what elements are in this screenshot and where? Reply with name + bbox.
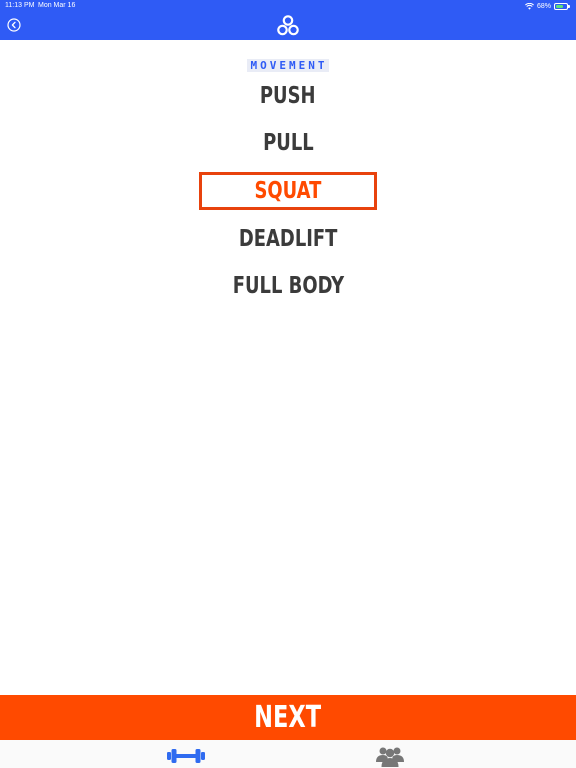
option-label: FULL BODY (232, 273, 344, 299)
back-button[interactable] (6, 17, 21, 32)
option-label: PUSH (260, 83, 316, 109)
status-time: 11:13 PM (5, 2, 35, 9)
option-pull[interactable]: PULL (199, 124, 377, 162)
option-label: PULL (262, 130, 314, 156)
battery-icon (554, 2, 570, 10)
battery-percent: 68% (536, 2, 551, 10)
tab-bar (0, 740, 576, 768)
option-label: DEADLIFT (238, 226, 338, 252)
option-label: SQUAT (254, 178, 322, 204)
section-label-text: MOVEMENT (246, 59, 330, 72)
app-logo-icon (277, 15, 299, 36)
battery-fill (556, 4, 563, 8)
option-squat[interactable]: SQUAT (199, 172, 377, 210)
option-deadlift[interactable]: DEADLIFT (199, 220, 377, 258)
section-label: MOVEMENT (0, 56, 576, 74)
app-header: 11:13 PM Mon Mar 16 68% (0, 0, 576, 40)
status-date: Mon Mar 16 (38, 2, 76, 9)
status-indicators: 68% (525, 1, 570, 11)
next-button[interactable]: NEXT (0, 695, 576, 740)
tab-community[interactable] (360, 744, 420, 768)
option-full-body[interactable]: FULL BODY (199, 267, 377, 305)
group-icon (376, 747, 404, 767)
wifi-icon (525, 2, 534, 10)
next-button-label: NEXT (254, 700, 322, 735)
option-push[interactable]: PUSH (199, 77, 377, 115)
tab-workouts[interactable] (156, 744, 216, 768)
dumbbell-icon (167, 749, 205, 763)
chevron-left-circle-icon (6, 17, 21, 32)
